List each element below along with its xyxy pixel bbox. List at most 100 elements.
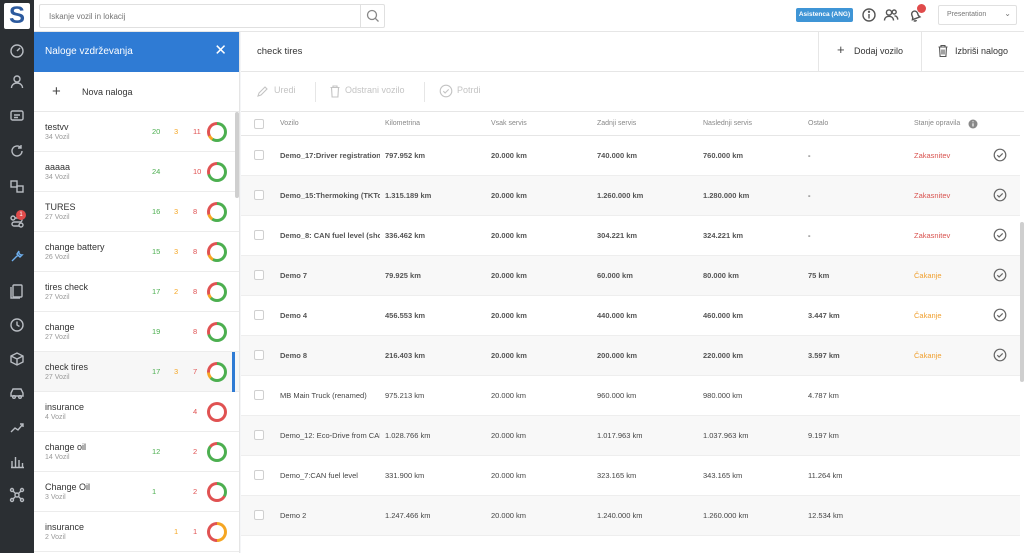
info-icon[interactable] (968, 119, 978, 129)
table-row[interactable]: Demo 4 456.553 km 20.000 km 440.000 km 460.0… (241, 296, 1020, 336)
remove-vehicle-button[interactable]: Odstrani vozilo (345, 85, 405, 95)
panel-scrollbar[interactable] (235, 112, 239, 198)
task-group-item[interactable]: insurance 2 Vozil 1 1 (34, 512, 239, 552)
row-checkbox[interactable] (254, 190, 264, 200)
cell-vehicle: Demo_7:CAN fuel level (280, 471, 358, 480)
cell-km: 975.213 km (385, 391, 425, 400)
row-checkbox[interactable] (254, 310, 264, 320)
table-row[interactable]: Demo_8: CAN fuel level (shows... 336.462 … (241, 216, 1020, 256)
task-group-item[interactable]: aaaaa 34 Vozil 24 10 (34, 152, 239, 192)
table-row[interactable]: Demo 7 79.925 km 20.000 km 60.000 km 80.000 … (241, 256, 1020, 296)
cell-km: 797.952 km (385, 151, 426, 160)
confirm-service-icon[interactable] (993, 188, 1007, 202)
row-checkbox[interactable] (254, 270, 264, 280)
cell-km: 79.925 km (385, 271, 421, 280)
info-icon[interactable] (861, 7, 877, 23)
task-group-item[interactable]: Change Oil 3 Vozil 1 2 (34, 472, 239, 512)
ok-count: 16 (152, 207, 161, 216)
table-row[interactable]: Demo 2 1.247.466 km 20.000 km 1.240.000 km 1… (241, 496, 1020, 536)
task-group-name: TURES (45, 202, 76, 212)
close-icon[interactable]: ✕ (214, 43, 227, 58)
col-vehicle[interactable]: Vozilo (280, 120, 299, 127)
cell-km: 1.315.189 km (385, 191, 432, 200)
task-group-item[interactable]: TURES 27 Vozil 16 3 8 (34, 192, 239, 232)
col-status[interactable]: Stanje opravila (914, 120, 960, 127)
maintenance-icon[interactable] (8, 247, 26, 265)
cell-vehicle: Demo_17:Driver registration i... (280, 151, 380, 160)
col-every-service[interactable]: Vsak servis (491, 120, 527, 127)
col-remaining[interactable]: Ostalo (808, 120, 828, 127)
cell-every: 20.000 km (491, 151, 527, 160)
box-icon[interactable] (8, 350, 26, 368)
stats-icon[interactable] (8, 452, 26, 470)
task-group-name: change oil (45, 442, 87, 452)
assist-button[interactable]: Asistenca (ANG) (796, 8, 853, 22)
table-row[interactable]: Demo_12: Eco-Drive from CAN 1.028.766 km 2… (241, 416, 1020, 456)
table-row[interactable]: Demo 8 216.403 km 20.000 km 200.000 km 220.0… (241, 336, 1020, 376)
col-mileage[interactable]: Kilometrina (385, 120, 420, 127)
confirm-service-icon[interactable] (993, 268, 1007, 282)
user-icon[interactable] (8, 73, 26, 91)
row-checkbox[interactable] (254, 150, 264, 160)
row-checkbox[interactable] (254, 430, 264, 440)
task-group-item[interactable]: change oil 14 Vozil 12 2 (34, 432, 239, 472)
cell-next: 1.280.000 km (703, 191, 750, 200)
task-group-item[interactable]: check tires 27 Vozil 17 3 7 (34, 352, 239, 392)
cell-last: 1.260.000 km (597, 191, 644, 200)
account-dropdown[interactable]: Presentation ⌄ (938, 5, 1017, 25)
search-input[interactable] (39, 4, 385, 28)
add-vehicle-button[interactable]: + Dodaj vozilo (818, 32, 921, 72)
trends-icon[interactable] (8, 418, 26, 436)
col-last-service[interactable]: Zadnji servis (597, 120, 636, 127)
dashboard-icon[interactable] (8, 41, 26, 59)
car-icon[interactable] (8, 384, 26, 402)
table-row[interactable]: Demo_15:Thermoking (TKTou... 1.315.189 km… (241, 176, 1020, 216)
table-row[interactable]: MB Main Truck (renamed) 975.213 km 20.000 … (241, 376, 1020, 416)
confirm-service-icon[interactable] (993, 348, 1007, 362)
task-group-item[interactable]: testvv 34 Vozil 20 3 11 (34, 112, 239, 152)
cell-last: 60.000 km (597, 271, 633, 280)
waiting-count: 2 (174, 287, 179, 296)
delete-task-button[interactable]: Izbriši nalogo (921, 32, 1024, 72)
confirm-service-icon[interactable] (993, 308, 1007, 322)
new-task-button[interactable]: + Nova naloga (34, 72, 239, 112)
col-next-service[interactable]: Naslednji servis (703, 120, 752, 127)
select-all-checkbox[interactable] (254, 119, 264, 129)
documents-icon[interactable] (8, 282, 26, 300)
search-button[interactable] (360, 4, 384, 28)
cell-vehicle: Demo 8 (280, 351, 308, 360)
table-scrollbar[interactable] (1020, 222, 1024, 382)
task-group-name: insurance (45, 522, 85, 532)
row-checkbox[interactable] (254, 470, 264, 480)
row-checkbox[interactable] (254, 390, 264, 400)
task-group-count: 3 Vozil (45, 494, 66, 501)
task-group-item[interactable]: change 27 Vozil 19 8 (34, 312, 239, 352)
network-icon[interactable] (8, 486, 26, 504)
users-icon[interactable] (883, 7, 899, 23)
app-logo[interactable]: S (4, 3, 30, 29)
row-checkbox[interactable] (254, 350, 264, 360)
status-donut (207, 402, 227, 422)
clock-icon[interactable] (8, 316, 26, 334)
task-group-count: 26 Vozil (45, 254, 70, 261)
transfer-icon[interactable] (8, 177, 26, 195)
messages-icon[interactable] (8, 107, 26, 125)
task-group-item[interactable]: change battery 26 Vozil 15 3 8 (34, 232, 239, 272)
cell-every: 20.000 km (491, 231, 527, 240)
confirm-button[interactable]: Potrdi (457, 85, 481, 95)
row-checkbox[interactable] (254, 510, 264, 520)
task-group-count: 14 Vozil (45, 454, 70, 461)
table-row[interactable]: Demo_7:CAN fuel level 331.900 km 20.000 km… (241, 456, 1020, 496)
cell-vehicle: Demo 4 (280, 311, 308, 320)
cell-last: 440.000 km (597, 311, 638, 320)
edit-button[interactable]: Uredi (274, 85, 296, 95)
overdue-count: 2 (193, 447, 198, 456)
task-group-item[interactable]: tires check 27 Vozil 17 2 8 (34, 272, 239, 312)
refresh-icon[interactable] (8, 142, 26, 160)
table-row[interactable]: Demo_17:Driver registration i... 797.952 … (241, 136, 1020, 176)
confirm-service-icon[interactable] (993, 148, 1007, 162)
confirm-service-icon[interactable] (993, 228, 1007, 242)
row-checkbox[interactable] (254, 230, 264, 240)
task-group-count: 2 Vozil (45, 534, 66, 541)
task-group-item[interactable]: insurance 4 Vozil 4 (34, 392, 239, 432)
